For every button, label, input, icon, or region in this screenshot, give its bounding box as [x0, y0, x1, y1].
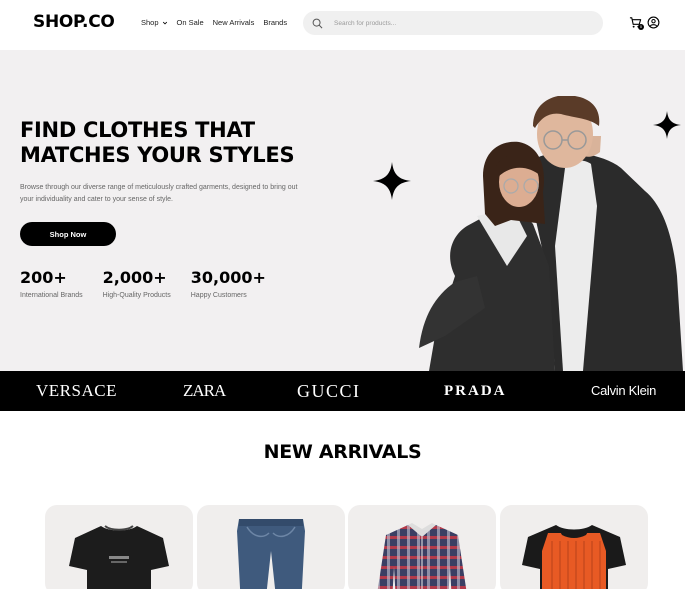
nav-new-arrivals[interactable]: New Arrivals [213, 18, 255, 27]
nav-shop-label: Shop [141, 18, 159, 27]
account-button[interactable] [647, 16, 660, 29]
chevron-down-icon [162, 21, 167, 24]
nav-new-arrivals-label: New Arrivals [212, 18, 255, 27]
hero-title: FIND CLOTHES THAT MATCHES YOUR STYLES [20, 118, 320, 168]
brand-calvin-klein[interactable]: Calvin Klein [591, 371, 656, 411]
product-card[interactable] [348, 505, 496, 589]
cart-button[interactable]: 0 [629, 16, 644, 30]
user-icon [647, 16, 660, 29]
black-tshirt-icon [69, 525, 169, 589]
nav-on-sale[interactable]: On Sale [177, 18, 204, 27]
search-input[interactable] [334, 19, 584, 27]
top-header: SHOP.CO Shop On Sale New Arrivals Brands… [0, 0, 685, 50]
orange-black-tshirt-icon [522, 525, 626, 589]
brand-versace[interactable]: VERSACE [36, 371, 117, 411]
product-card[interactable] [500, 505, 648, 589]
stat-label: High-Quality Products [102, 292, 171, 299]
blue-jeans-icon [237, 519, 305, 589]
stat-value: 2,000+ [102, 268, 167, 287]
nav-brands[interactable]: Brands [263, 18, 287, 27]
stat-brands: 200+ International Brands [20, 268, 103, 299]
cart-count-badge: 0 [638, 24, 644, 30]
hero-models-image [419, 96, 683, 371]
search-icon [312, 18, 323, 28]
stat-products: 2,000+ High-Quality Products [103, 268, 191, 299]
hero-title-line-1: FIND CLOTHES THAT [20, 118, 255, 142]
shop-now-button[interactable]: Shop Now [20, 222, 116, 246]
nav-on-sale-label: On Sale [176, 18, 204, 27]
hero-description: Browse through our diverse range of meti… [20, 184, 298, 203]
hero-title-line-2: MATCHES YOUR STYLES [20, 143, 295, 167]
hero-stats: 200+ International Brands 2,000+ High-Qu… [20, 268, 286, 299]
product-card[interactable] [45, 505, 193, 589]
search-bar [303, 11, 603, 35]
stat-label: International Brands [20, 292, 83, 299]
brand-zara[interactable]: ZARA [183, 371, 226, 411]
brand-gucci[interactable]: GUCCI [297, 371, 361, 411]
new-arrivals-title: NEW ARRIVALS [263, 441, 422, 463]
main-nav: Shop On Sale New Arrivals Brands [141, 18, 287, 27]
brand-bar: VERSACE ZARA GUCCI PRADA Calvin Klein [0, 371, 685, 411]
hero-section: FIND CLOTHES THAT MATCHES YOUR STYLES Br… [0, 50, 685, 371]
brand-prada[interactable]: PRADA [444, 371, 507, 411]
plaid-shirt-icon [377, 523, 467, 589]
nav-brands-label: Brands [263, 18, 288, 27]
stat-value: 30,000+ [190, 268, 266, 287]
product-card[interactable] [197, 505, 345, 589]
large-sparkle-icon [373, 162, 411, 200]
stat-customers: 30,000+ Happy Customers [191, 268, 286, 299]
stat-value: 200+ [20, 268, 67, 287]
nav-shop[interactable]: Shop [141, 18, 168, 27]
logo[interactable]: SHOP.CO [33, 12, 115, 32]
stat-label: Happy Customers [190, 292, 247, 299]
